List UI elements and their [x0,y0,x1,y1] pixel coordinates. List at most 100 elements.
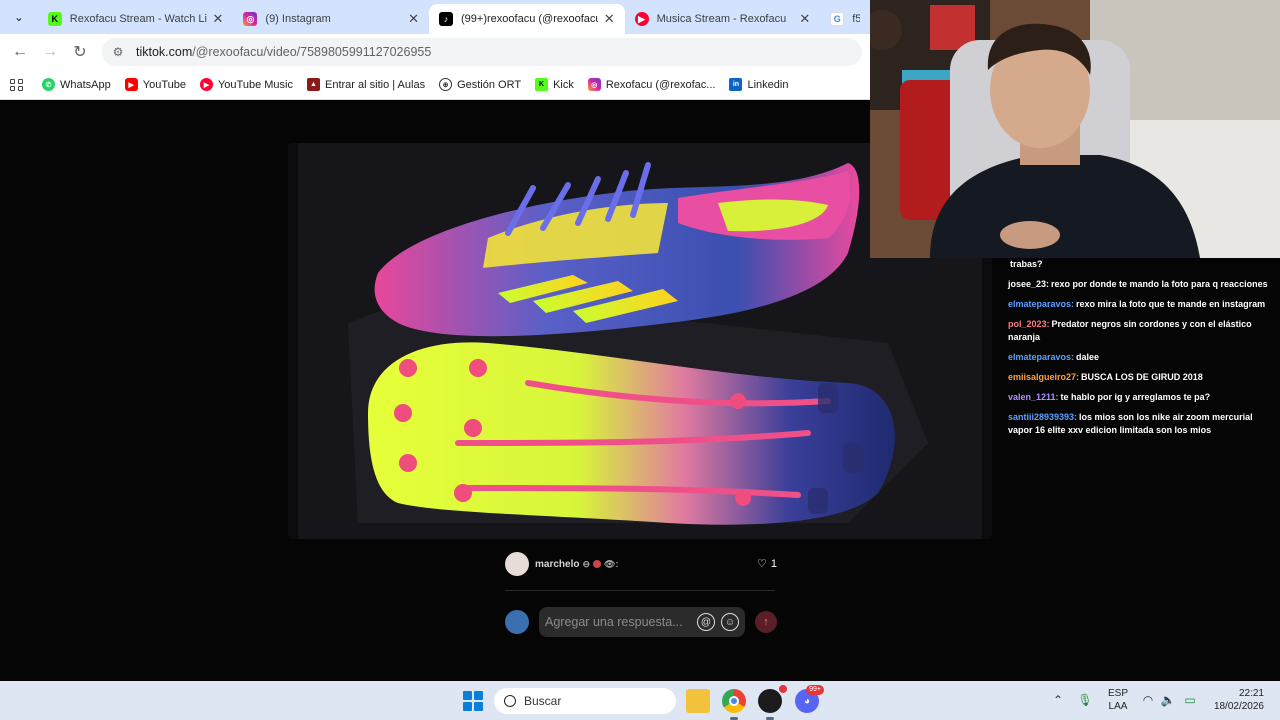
webcam-image [870,0,1280,258]
bookmark-label: Kick [553,78,574,91]
tab-title: (99+)rexoofacu (@rexoofacu) | [461,13,598,25]
reply-composer: Agregar una respuesta... @ ☺ ↑ [505,607,777,637]
tab-kick[interactable]: K Rexofacu Stream - Watch Live o ✕ [38,4,234,34]
clock[interactable]: 22:21 18/02/2026 [1208,687,1264,713]
input-language[interactable]: ESP LAA [1108,687,1128,713]
mention-icon[interactable]: @ [697,613,715,631]
chat-message: pol_2023: Predator negros sin cordones y … [1008,318,1272,344]
tab-title: (9) Instagram [265,13,331,25]
bookmark-kick[interactable]: K Kick [535,78,574,91]
search-icon [504,695,516,707]
kick-icon: K [535,78,549,91]
chat-username: emiisalgueiro27: [1008,372,1080,382]
discord-icon[interactable]: ◕ 99+ [795,685,824,713]
google-icon: G [830,12,845,26]
discord-glyph: ◕ [803,695,811,707]
eye-icon: 👁: [604,558,619,569]
chat-text: rexo mira la foto que te mande en instag… [1076,299,1266,309]
bookmark-aulas[interactable]: ▲ Entrar al sitio | Aulas [307,78,425,91]
notification-badge [779,685,787,693]
aulas-icon: ▲ [307,78,320,91]
comment-item: marchelo ⊖ 👁: ♡ 1 [505,551,777,577]
bookmark-label: Gestión ORT [457,78,522,91]
tab-title: Musica Stream - Rexofacu [656,13,787,25]
bookmark-gestion-ort[interactable]: ⊕ Gestión ORT [439,78,521,91]
bookmarks-bar: ✆ WhatsApp ▶ YouTube ▶ YouTube Music ▲ Entra… [0,70,870,100]
volume-icon[interactable]: 🔈 [1161,693,1176,707]
chat-text: BUSCA LOS DE GIRUD 2018 [1081,372,1203,382]
send-button[interactable]: ↑ [755,611,777,633]
taskbar-search[interactable]: Buscar [494,688,676,714]
windows-start-button[interactable] [463,691,483,711]
bookmark-label: WhatsApp [60,78,111,91]
emoji-icon[interactable]: ☺ [721,613,739,631]
bookmark-label: Entrar al sitio | Aulas [325,78,426,91]
tab-search-button[interactable]: ⌄ [6,4,32,30]
chat-username: santiii28939393: [1008,412,1078,422]
tab-tiktok[interactable]: ♪ (99+)rexoofacu (@rexoofacu) | ✕ [429,4,625,34]
tiktok-icon: ♪ [439,12,454,26]
youtube-icon: ▶ [124,78,138,91]
like-button[interactable]: ♡ 1 [757,557,777,571]
site-info-icon[interactable]: ⚙ [110,44,126,60]
browser-toolbar: ← → ↻ ⚙ tiktok.com/@rexoofacu/video/7589… [0,34,870,70]
chat-username: elmateparavos: [1008,352,1075,362]
chrome-icon[interactable] [722,689,746,713]
apps-grid-icon[interactable] [8,76,26,94]
avatar[interactable] [505,552,529,576]
reload-button[interactable]: ↻ [66,38,94,66]
keyboard-layout: LAA [1108,701,1128,712]
url-path: /@rexoofacu/video/7589805991127026955 [192,45,432,59]
address-bar[interactable]: ⚙ tiktok.com/@rexoofacu/video/7589805991… [102,38,862,66]
tab-music-stream[interactable]: ▶ Musica Stream - Rexofacu ✕ [625,4,821,34]
reply-input[interactable]: Agregar una respuesta... @ ☺ [539,607,745,637]
bookmark-label: Rexofacu (@rexofac... [605,78,716,91]
forward-button[interactable]: → [36,38,64,66]
obs-icon[interactable] [758,685,787,713]
clock-time: 22:21 [1238,688,1264,699]
browser-tab-bar: ⌄ K Rexofacu Stream - Watch Live o ✕ ◎ (… [0,0,870,34]
bookmark-rexofacu-instagram[interactable]: ◎ Rexofacu (@rexofac... [587,78,716,91]
clock-date: 18/02/2026 [1213,701,1264,712]
chat-text: dalee [1076,352,1100,362]
chevron-up-icon[interactable]: ⌃ [1051,693,1065,707]
close-icon[interactable]: ✕ [408,11,419,27]
battery-icon[interactable]: ▭ [1183,693,1197,707]
chat-username: pol_2023: [1008,319,1050,329]
reply-placeholder: Agregar una respuesta... [545,615,683,629]
tab-title: f50 [852,13,860,25]
chat-message: elmateparavos: rexo mira la foto que te m… [1008,298,1272,311]
close-icon[interactable]: ✕ [604,11,615,27]
search-placeholder: Buscar [524,694,562,708]
chat-message: emiisalgueiro27: BUSCA LOS DE GIRUD 2018 [1008,371,1272,384]
verified-icon: ⊖ [582,558,591,569]
close-icon[interactable]: ✕ [213,11,224,27]
wifi-icon[interactable]: ◠ [1141,693,1155,707]
chat-message: josee_23: rexo por donde te mando la foto… [1008,278,1272,291]
close-icon[interactable]: ✕ [799,11,810,27]
stream-chat: trabas? josee_23: rexo por donde te mando… [1008,258,1272,444]
chat-username: valen_1211: [1008,392,1059,402]
heart-icon: ♡ [757,558,767,570]
globe-icon: ⊕ [439,78,453,91]
chat-message: trabas? [1008,258,1272,271]
chat-message: valen_1211: te hablo por ig y arreglamos … [1008,391,1272,404]
screen: ⌄ K Rexofacu Stream - Watch Live o ✕ ◎ (… [0,0,1280,720]
whatsapp-icon: ✆ [42,78,55,91]
tab-google[interactable]: G f50 [820,4,870,34]
file-explorer-icon[interactable] [686,689,710,713]
avatar [505,610,529,634]
windows-taskbar: Buscar ◕ 99+ ⌃ 🎙 ESP LAA ◠ 🔈 ▭ 22:21 18/… [0,681,1280,720]
chat-message: santiii28939393: los mios son los nike ai… [1008,411,1272,437]
microphone-icon[interactable]: 🎙 [1077,693,1092,707]
comment-username[interactable]: marchelo ⊖ 👁: [535,559,618,570]
kick-icon: K [47,12,62,26]
bookmark-youtube[interactable]: ▶ YouTube [124,78,186,91]
bookmark-linkedin[interactable]: in Linkedin [729,78,788,91]
tab-instagram[interactable]: ◎ (9) Instagram ✕ [233,4,429,34]
chat-text: te hablo por ig y arreglamos te pa? [1060,392,1211,402]
url-host: tiktok.com [136,45,193,59]
bookmark-whatsapp[interactable]: ✆ WhatsApp [42,78,111,91]
back-button[interactable]: ← [6,38,34,66]
bookmark-youtube-music[interactable]: ▶ YouTube Music [199,78,293,91]
